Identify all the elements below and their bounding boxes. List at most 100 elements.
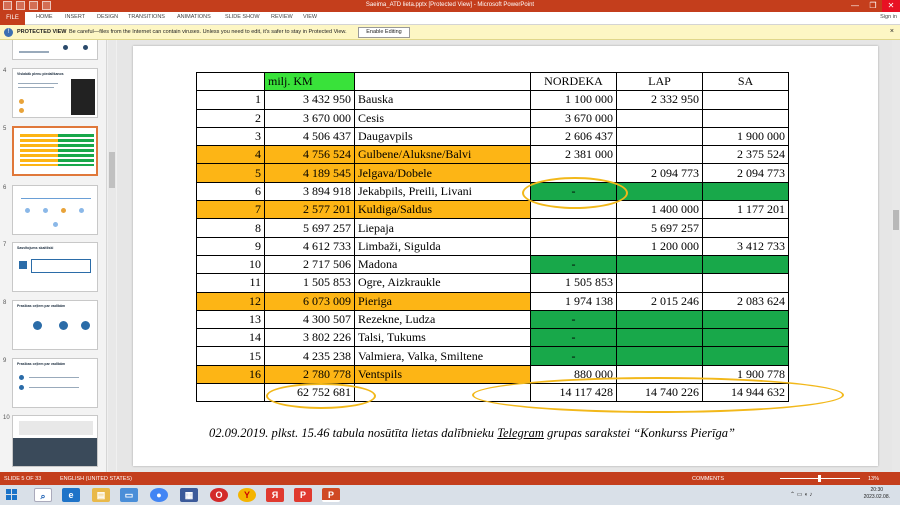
- slide-caption: 02.09.2019. plkst. 15.46 tabula nosūtīta…: [209, 426, 735, 441]
- slide-thumbnail-7[interactable]: Sasvītojums skaitliski: [12, 242, 98, 292]
- row-lap: [616, 273, 703, 293]
- table-row: 54 189 545 Jelgava/Dobele 2 094 773 2 094 7…: [196, 163, 789, 183]
- yandex-browser-icon[interactable]: Y: [238, 488, 256, 502]
- title-bar: Saeima_ATD lieta.pptx [Protected View] -…: [0, 0, 900, 12]
- row-number: 10: [196, 254, 265, 275]
- yandex-icon[interactable]: Я: [266, 488, 284, 502]
- slide-scrollbar[interactable]: [892, 40, 900, 472]
- sign-in-link[interactable]: Sign in: [880, 14, 897, 20]
- tab-review[interactable]: REVIEW: [271, 14, 293, 20]
- minimize-button[interactable]: —: [846, 0, 864, 12]
- header-amount: milj. KM: [264, 71, 355, 92]
- row-amount: 2 577 201: [264, 200, 355, 220]
- tab-transitions[interactable]: TRANSITIONS: [128, 14, 165, 20]
- table-row: 11 1 505 853 Ogre, Aizkraukle 1 505 853: [196, 273, 789, 293]
- row-region-name: Liepaja: [354, 218, 531, 238]
- header-nordeka: NORDEKA: [530, 71, 617, 92]
- caption-text: 02.09.2019. plkst. 15.46 tabula nosūtīta…: [209, 426, 498, 440]
- close-icon[interactable]: ×: [890, 28, 894, 35]
- slide-thumbnail-10[interactable]: [12, 415, 98, 467]
- table-row: 14 3 802 226 Talsi, Tukums -: [196, 328, 789, 348]
- header-cell: [354, 71, 531, 92]
- table-row: 72 577 201 Kuldiga/Saldus 1 400 000 1 177 2…: [196, 200, 789, 220]
- row-lap: [616, 254, 703, 275]
- row-number: 2: [196, 108, 265, 128]
- system-clock[interactable]: 20:30 2023.02.08.: [864, 487, 890, 501]
- row-amount: 4 612 733: [264, 236, 355, 256]
- table-row: 23 670 000 Cesis 3 670 000: [196, 108, 789, 128]
- row-sa: [702, 346, 789, 366]
- windows-taskbar: ⌕ e ▤ ▭ ● ▦ O Y Я P P ⌃ ▭ ◖ ♪ 20:30 2023…: [0, 485, 900, 505]
- tab-home[interactable]: HOME: [36, 14, 53, 20]
- row-region-name: Talsi, Tukums: [354, 328, 531, 348]
- row-lap: 2 094 773: [616, 163, 703, 183]
- row-amount: 4 506 437: [264, 126, 355, 147]
- row-amount: 3 670 000: [264, 108, 355, 128]
- row-sa: [702, 309, 789, 330]
- calculator-icon[interactable]: ▦: [180, 488, 198, 502]
- row-region-name: Ogre, Aizkraukle: [354, 273, 531, 293]
- search-icon[interactable]: ⌕: [34, 488, 52, 502]
- internet-explorer-icon[interactable]: e: [62, 488, 80, 502]
- zoom-slider-handle[interactable]: [818, 475, 821, 482]
- chrome-icon[interactable]: ●: [150, 488, 168, 502]
- tab-design[interactable]: DESIGN: [97, 14, 118, 20]
- highlight-ellipse-total: [266, 383, 376, 409]
- monitor-icon[interactable]: ▭: [120, 488, 138, 502]
- row-nordeka: 1 100 000: [530, 90, 617, 110]
- system-tray-icons[interactable]: ⌃ ▭ ◖ ♪: [790, 491, 812, 498]
- row-nordeka: -: [530, 346, 617, 366]
- tab-view[interactable]: VIEW: [303, 14, 317, 20]
- row-region-name: Madona: [354, 254, 531, 275]
- table-row: 10 2 717 506 Madona -: [196, 254, 789, 275]
- opera-icon[interactable]: O: [210, 488, 228, 502]
- slide-thumbnail-8[interactable]: Prasības ceļiem par vadībām: [12, 300, 98, 350]
- row-number: 15: [196, 346, 265, 366]
- slide-thumbnail-4[interactable]: Vislabāk plenu piedalīšanos: [12, 68, 98, 118]
- slide-thumbnail-9[interactable]: Prasības ceļiem par vadībām: [12, 358, 98, 408]
- language-indicator[interactable]: ENGLISH (UNITED STATES): [60, 476, 132, 482]
- row-lap: [616, 328, 703, 348]
- enable-editing-button[interactable]: Enable Editing: [358, 27, 410, 38]
- row-amount: 4 235 238: [264, 346, 355, 366]
- comments-button[interactable]: COMMENTS: [692, 476, 724, 482]
- slide-counter: SLIDE 5 OF 33: [4, 476, 42, 482]
- windows-start-icon[interactable]: [6, 489, 18, 501]
- thumbnails-scrollbar[interactable]: [108, 40, 116, 472]
- maximize-button[interactable]: ❐: [864, 0, 882, 12]
- row-nordeka: 3 670 000: [530, 108, 617, 128]
- zoom-level[interactable]: 13%: [868, 476, 879, 482]
- row-number: 4: [196, 145, 265, 165]
- row-region-name: Valmiera, Valka, Smiltene: [354, 346, 531, 366]
- row-amount: 2 780 778: [264, 364, 355, 385]
- slide-thumbnail[interactable]: [12, 40, 98, 60]
- slide-thumbnail-title: Vislabāk plenu piedalīšanos: [17, 72, 64, 76]
- row-region-name: Bauska: [354, 90, 531, 110]
- row-amount: 4 756 524: [264, 145, 355, 165]
- row-nordeka: -: [530, 309, 617, 330]
- row-sa: 1 177 201: [702, 200, 789, 220]
- tab-slide-show[interactable]: SLIDE SHOW: [225, 14, 260, 20]
- table-row: 13 4 300 507 Rezekne, Ludza -: [196, 309, 789, 330]
- row-amount: 3 894 918: [264, 181, 355, 202]
- row-region-name: Daugavpils: [354, 126, 531, 147]
- row-amount: 4 300 507: [264, 309, 355, 330]
- close-button[interactable]: ✕: [882, 0, 900, 12]
- row-region-name: Pieriga: [354, 291, 531, 311]
- table-row: 44 756 524 Gulbene/Aluksne/Balvi 2 381 000…: [196, 145, 789, 165]
- row-number: 12: [196, 291, 265, 311]
- slide-number: 10: [3, 415, 10, 421]
- tab-file[interactable]: FILE: [0, 12, 25, 25]
- file-explorer-icon[interactable]: ▤: [92, 488, 110, 502]
- tab-animations[interactable]: ANIMATIONS: [177, 14, 211, 20]
- powerpoint-icon[interactable]: P: [322, 488, 340, 502]
- table-row: 15 4 235 238 Valmiera, Valka, Smiltene -: [196, 346, 789, 366]
- caption-link: Telegram: [497, 426, 544, 440]
- table-row: 13 432 950 Bauska 1 100 000 2 332 950: [196, 90, 789, 110]
- app-icon[interactable]: P: [294, 488, 312, 502]
- table-row: 12 6 073 009 Pieriga 1 974 138 2 015 246 2 08…: [196, 291, 789, 311]
- tab-insert[interactable]: INSERT: [65, 14, 85, 20]
- slide-thumbnail-6[interactable]: [12, 185, 98, 235]
- slide-thumbnail-5[interactable]: [12, 126, 98, 176]
- row-amount: 3 802 226: [264, 328, 355, 348]
